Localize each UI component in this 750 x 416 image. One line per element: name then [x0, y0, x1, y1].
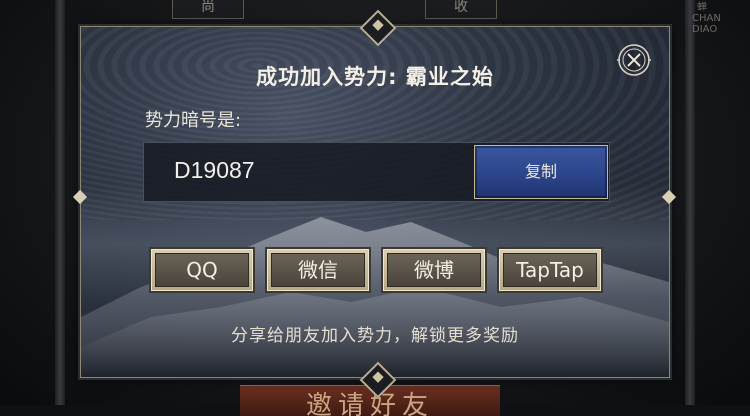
background-frame-left: [55, 0, 65, 405]
faction-code-label: 势力暗号是:: [145, 110, 242, 131]
share-taptap-button[interactable]: TapTap: [499, 249, 601, 291]
share-weibo-button[interactable]: 微博: [383, 249, 485, 291]
share-hint-text: 分享给朋友加入势力，解锁更多奖励: [231, 326, 519, 346]
background-tab-2: 收: [425, 0, 497, 19]
share-buttons: QQ 微信 微博 TapTap: [151, 249, 603, 293]
share-qq-button[interactable]: QQ: [151, 249, 253, 291]
close-icon[interactable]: [615, 41, 653, 79]
background-side-text: 蝉 CHAN DIAO: [692, 2, 721, 35]
join-faction-dialog: 成功加入势力: 霸业之始 势力暗号是: D19087 复制 QQ 微信 微博 T…: [72, 9, 677, 399]
background-frame-right: [685, 0, 695, 405]
share-wechat-button[interactable]: 微信: [267, 249, 369, 291]
share-button-label: TapTap: [503, 253, 597, 287]
background-tab-1: 尚: [172, 0, 244, 19]
copy-button[interactable]: 复制: [474, 145, 608, 199]
dialog-title: 成功加入势力: 霸业之始: [256, 65, 494, 89]
faction-code-value: D19087: [174, 157, 255, 183]
share-button-label: 微信: [271, 253, 365, 287]
share-button-label: 微博: [387, 253, 481, 287]
share-button-label: QQ: [155, 253, 249, 287]
